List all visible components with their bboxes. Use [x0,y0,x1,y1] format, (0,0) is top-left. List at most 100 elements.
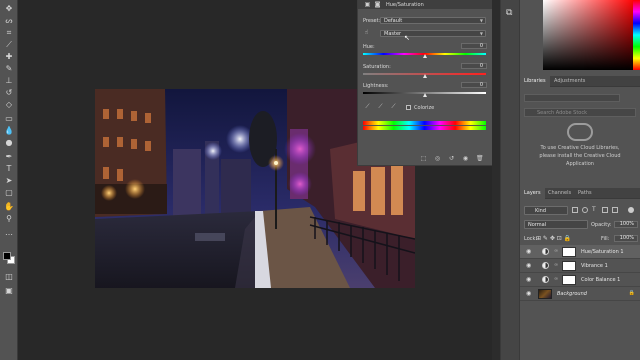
link-icon[interactable]: ∞ [554,248,558,254]
lightness-label: Lightness: [363,83,389,89]
layer-mask-thumbnail[interactable] [562,247,576,257]
pen-tool-icon[interactable]: ✒ [4,152,14,161]
saturation-label: Saturation: [363,64,391,70]
chevron-down-icon: ▼ [479,18,483,23]
hue-value-field[interactable]: 0 [461,43,487,49]
channel-value: Master [384,31,402,37]
saturation-value-field[interactable]: 0 [461,63,487,69]
tab-paths[interactable]: Paths [574,188,596,199]
properties-header: ▣ ◙ Hue/Saturation [358,0,493,9]
brush-tool-icon[interactable]: ✎ [4,64,14,73]
visibility-eye-icon[interactable]: ◉ [526,290,531,297]
color-hue-bar[interactable] [633,0,640,70]
eyedropper-tool-icon[interactable]: ⟋ [4,40,14,49]
pixel-filter-icon[interactable] [572,207,578,213]
panel-divider [492,0,500,360]
tab-layers[interactable]: Layers [520,188,545,199]
layer-mask-thumbnail[interactable] [562,261,576,271]
input-spectrum-bar [363,121,486,125]
type-filter-icon[interactable]: T [592,206,596,213]
blend-mode-value: Normal [528,222,547,228]
opacity-field[interactable]: 100% [614,221,638,228]
eyedropper-minus-icon[interactable]: ⟋ [390,103,397,110]
right-panel-dock: Libraries Adjustments Search Adobe Stock… [520,0,640,360]
link-icon[interactable]: ∞ [554,276,558,282]
screen-mode-icon[interactable]: ▣ [4,286,14,295]
hand-tool-icon[interactable]: ✋ [4,202,14,211]
more-tools-icon[interactable]: … [4,228,14,237]
lock-icon: 🔒 [628,290,635,296]
smart-object-filter-icon[interactable] [612,207,618,213]
hue-slider-handle[interactable] [422,54,427,58]
trash-icon[interactable]: 🗑 [476,155,484,162]
visibility-eye-icon[interactable]: ◉ [526,262,531,269]
output-spectrum-bar [363,126,486,130]
move-tool-icon[interactable]: ✥ [4,4,14,13]
eraser-tool-icon[interactable]: ◇ [4,100,14,109]
filter-toggle-icon[interactable] [628,207,634,213]
color-picker-field[interactable] [543,0,635,70]
preset-value: Default [384,18,403,24]
lightness-value-field[interactable]: 0 [461,82,487,88]
layer-filter-dropdown[interactable]: Kind [524,206,568,215]
rectangle-tool-icon[interactable]: ▢ [4,188,14,197]
properties-title: Hue/Saturation [386,2,424,8]
healing-brush-tool-icon[interactable]: ✚ [4,52,14,61]
visibility-eye-icon[interactable]: ◉ [462,155,469,162]
layer-mask-thumbnail[interactable] [562,275,576,285]
layer-row[interactable]: ◉ ∞ Hue/Saturation 1 [520,245,640,259]
link-icon[interactable]: ∞ [554,262,558,268]
crop-tool-icon[interactable]: ⌗ [4,28,14,37]
tab-libraries[interactable]: Libraries [520,76,550,87]
dodge-tool-icon[interactable]: ● [4,138,14,147]
path-selection-tool-icon[interactable]: ➤ [4,176,14,185]
zoom-tool-icon[interactable]: ⚲ [4,214,14,223]
libraries-tab-row: Libraries Adjustments [520,76,640,87]
lock-icons[interactable]: ⊞ ✎ ✥ ⊡ 🔒 [536,235,571,242]
targeted-adjustment-hand-icon[interactable]: ☝ [363,29,370,36]
eyedropper-icon[interactable]: ⟋ [364,103,371,110]
properties-panel-icon[interactable]: ⧉ [506,8,512,18]
colorize-checkbox[interactable] [406,105,411,110]
layer-row[interactable]: ◉ ∞ Vibrance 1 [520,259,640,273]
colorize-label: Colorize [414,105,435,111]
quick-mask-icon[interactable]: ◫ [4,272,14,281]
collapsed-panels-strip: ⧉ [500,0,520,360]
adjustment-filter-icon[interactable] [582,207,588,213]
foreground-color-swatch[interactable] [3,252,11,260]
blur-tool-icon[interactable]: 💧 [4,126,14,135]
shape-filter-icon[interactable] [602,207,608,213]
clone-stamp-tool-icon[interactable]: ⊥ [4,76,14,85]
creative-cloud-icon [567,123,593,141]
stock-search-field[interactable]: Search Adobe Stock [524,108,636,117]
saturation-slider-handle[interactable] [422,74,427,78]
adjustment-layer-icon[interactable]: ▣ [364,1,371,8]
visibility-eye-icon[interactable]: ◉ [526,276,531,283]
adjustment-layer-icon [542,262,549,269]
channel-dropdown[interactable]: Master ▼ [380,30,486,37]
adjustment-layer-icon [542,248,549,255]
history-brush-tool-icon[interactable]: ↺ [4,88,14,97]
view-previous-state-icon[interactable]: ◎ [434,155,441,162]
type-tool-icon[interactable]: T [4,164,14,173]
reset-icon[interactable]: ↺ [448,155,455,162]
fill-field[interactable]: 100% [614,235,638,242]
layer-row[interactable]: ◉ Background 🔒 [520,287,640,301]
layer-row[interactable]: ◉ ∞ Color Balance 1 [520,273,640,287]
layer-name: Vibrance 1 [581,263,608,269]
eyedropper-plus-icon[interactable]: ⟋ [377,103,384,110]
clip-to-layer-icon[interactable]: ⬚ [420,155,427,162]
tab-channels[interactable]: Channels [544,188,575,199]
library-select[interactable] [524,94,620,102]
layer-thumbnail[interactable] [538,289,552,299]
blend-mode-dropdown[interactable]: Normal [524,220,588,229]
gradient-tool-icon[interactable]: ▭ [4,114,14,123]
tab-adjustments[interactable]: Adjustments [550,76,589,87]
mask-icon[interactable]: ◙ [374,1,381,8]
lasso-tool-icon[interactable]: ᔕ [4,16,14,25]
opacity-label: Opacity: [591,222,612,228]
lightness-slider-handle[interactable] [422,93,427,97]
visibility-eye-icon[interactable]: ◉ [526,248,531,255]
layer-name: Hue/Saturation 1 [581,249,624,255]
preset-dropdown[interactable]: Default ▼ [380,17,486,24]
